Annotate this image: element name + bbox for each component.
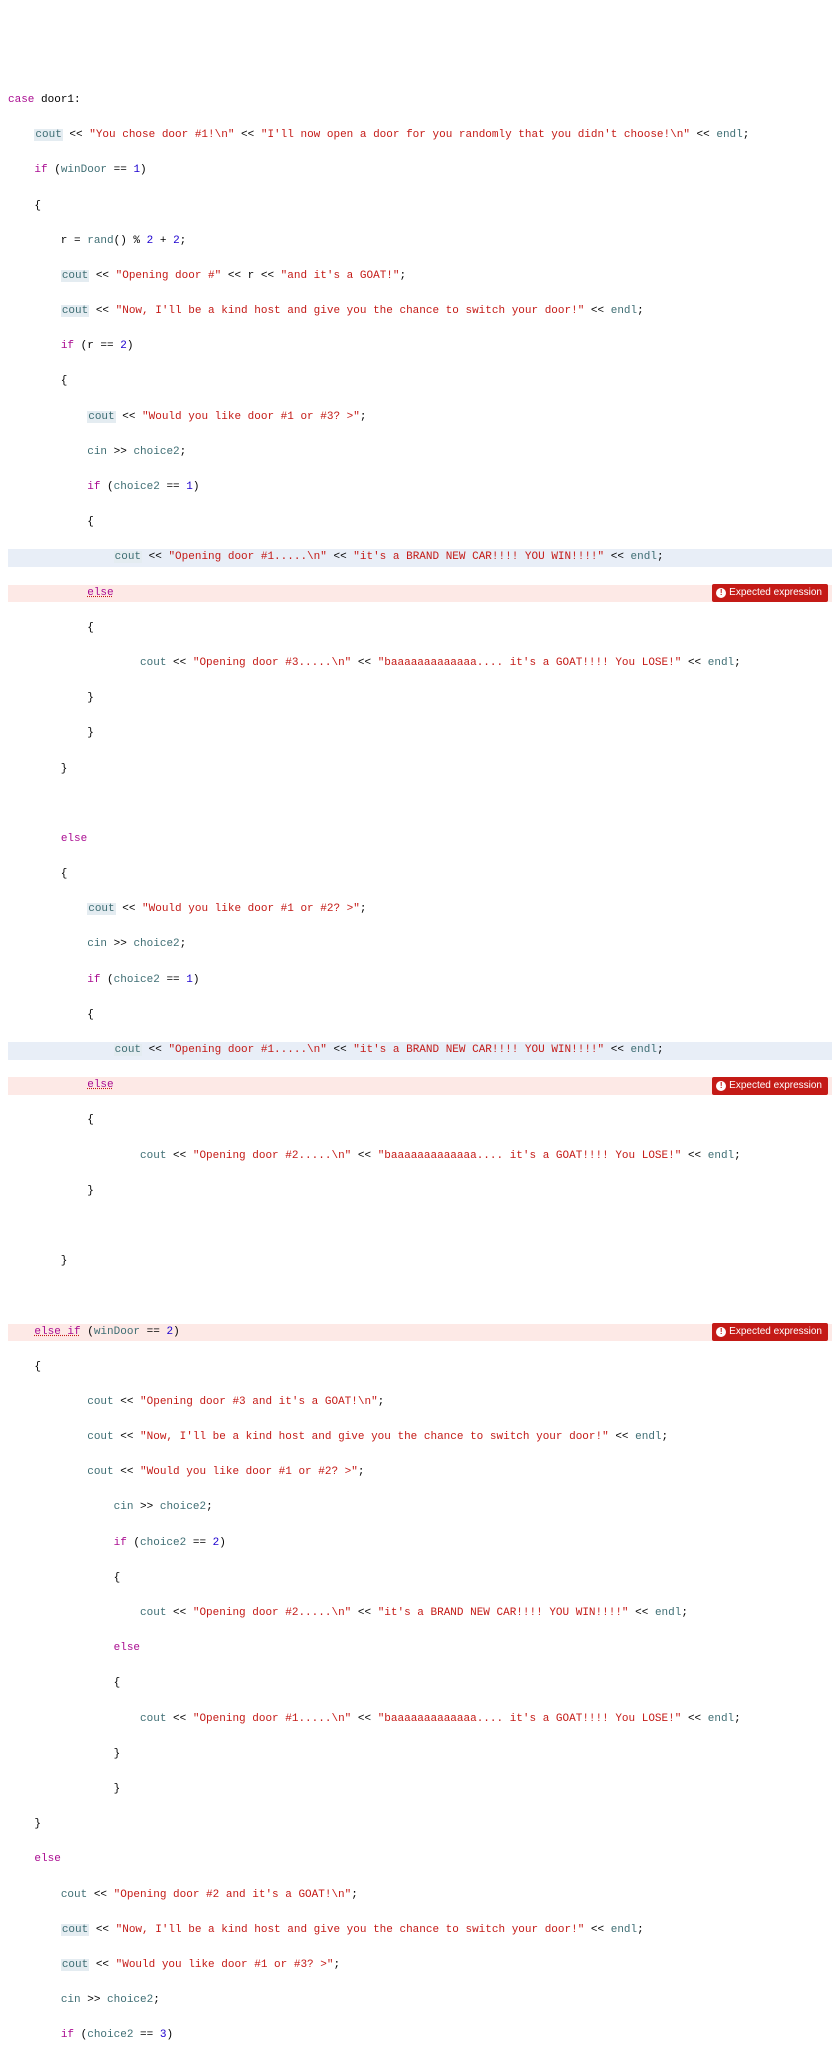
code-line: cin >> choice2; <box>8 1499 832 1517</box>
code-line: { <box>8 1359 832 1377</box>
code-line: cout << "Would you like door #1 or #3? >… <box>8 1957 832 1975</box>
code-line-error: else if (winDoor == 2)Expected expressio… <box>8 1324 832 1342</box>
error-badge[interactable]: Expected expression <box>712 1077 828 1095</box>
code-line: { <box>8 514 832 532</box>
code-line: else <box>8 1851 832 1869</box>
code-line: cin >> choice2; <box>8 444 832 462</box>
code-line: { <box>8 866 832 884</box>
code-line: else <box>8 831 832 849</box>
code-line: { <box>8 198 832 216</box>
code-line: } <box>8 725 832 743</box>
code-line: if (winDoor == 1) <box>8 162 832 180</box>
code-line: r = rand() % 2 + 2; <box>8 233 832 251</box>
error-text: Expected expression <box>729 585 822 601</box>
code-line: if (choice2 == 2) <box>8 1535 832 1553</box>
code-line <box>8 796 832 814</box>
code-line-highlighted: cout << "Opening door #1.....\n" << "it'… <box>8 1042 832 1060</box>
code-line: cout << "Now, I'll be a kind host and gi… <box>8 303 832 321</box>
code-line: } <box>8 1816 832 1834</box>
code-line: { <box>8 620 832 638</box>
code-line: cout << "Opening door #2 and it's a GOAT… <box>8 1887 832 1905</box>
code-line: cout << "Opening door #2.....\n" << "baa… <box>8 1148 832 1166</box>
code-line: cout << "Would you like door #1 or #2? >… <box>8 901 832 919</box>
code-line: cin >> choice2; <box>8 936 832 954</box>
code-line: } <box>8 690 832 708</box>
code-line: if (choice2 == 1) <box>8 972 832 990</box>
code-line: } <box>8 761 832 779</box>
code-line: } <box>8 1746 832 1764</box>
code-line: cout << "You chose door #1!\n" << "I'll … <box>8 127 832 145</box>
code-line: case door1: <box>8 92 832 110</box>
code-line-highlighted: cout << "Opening door #1.....\n" << "it'… <box>8 549 832 567</box>
code-editor[interactable]: case door1: cout << "You chose door #1!\… <box>0 70 832 2048</box>
code-line: if (choice2 == 3) <box>8 2027 832 2045</box>
code-line: } <box>8 1253 832 1271</box>
error-text: Expected expression <box>729 1324 822 1340</box>
code-line: cout << "Now, I'll be a kind host and gi… <box>8 1922 832 1940</box>
code-line: cout << "Opening door #2.....\n" << "it'… <box>8 1605 832 1623</box>
keyword-case: case <box>8 94 34 106</box>
code-line: { <box>8 373 832 391</box>
code-line: cout << "Opening door #1.....\n" << "baa… <box>8 1711 832 1729</box>
code-line: } <box>8 1781 832 1799</box>
code-line <box>8 1288 832 1306</box>
code-line: { <box>8 1675 832 1693</box>
error-text: Expected expression <box>729 1078 822 1094</box>
code-line: { <box>8 1112 832 1130</box>
code-line: cout << "Opening door #3.....\n" << "baa… <box>8 655 832 673</box>
code-line: cout << "Would you like door #1 or #2? >… <box>8 1464 832 1482</box>
code-line: if (choice2 == 1) <box>8 479 832 497</box>
code-line: { <box>8 1007 832 1025</box>
code-line: if (r == 2) <box>8 338 832 356</box>
code-line: cin >> choice2; <box>8 1992 832 2010</box>
code-line: cout << "Would you like door #1 or #3? >… <box>8 409 832 427</box>
code-line: else <box>8 1640 832 1658</box>
code-line: { <box>8 1570 832 1588</box>
error-badge[interactable]: Expected expression <box>712 1323 828 1341</box>
code-line: cout << "Now, I'll be a kind host and gi… <box>8 1429 832 1447</box>
code-line: cout << "Opening door #" << r << "and it… <box>8 268 832 286</box>
code-line-error: elseExpected expression <box>8 1077 832 1095</box>
code-line <box>8 1218 832 1236</box>
code-line-error: elseExpected expression <box>8 585 832 603</box>
code-line: cout << "Opening door #3 and it's a GOAT… <box>8 1394 832 1412</box>
code-line: } <box>8 1183 832 1201</box>
error-badge[interactable]: Expected expression <box>712 584 828 602</box>
